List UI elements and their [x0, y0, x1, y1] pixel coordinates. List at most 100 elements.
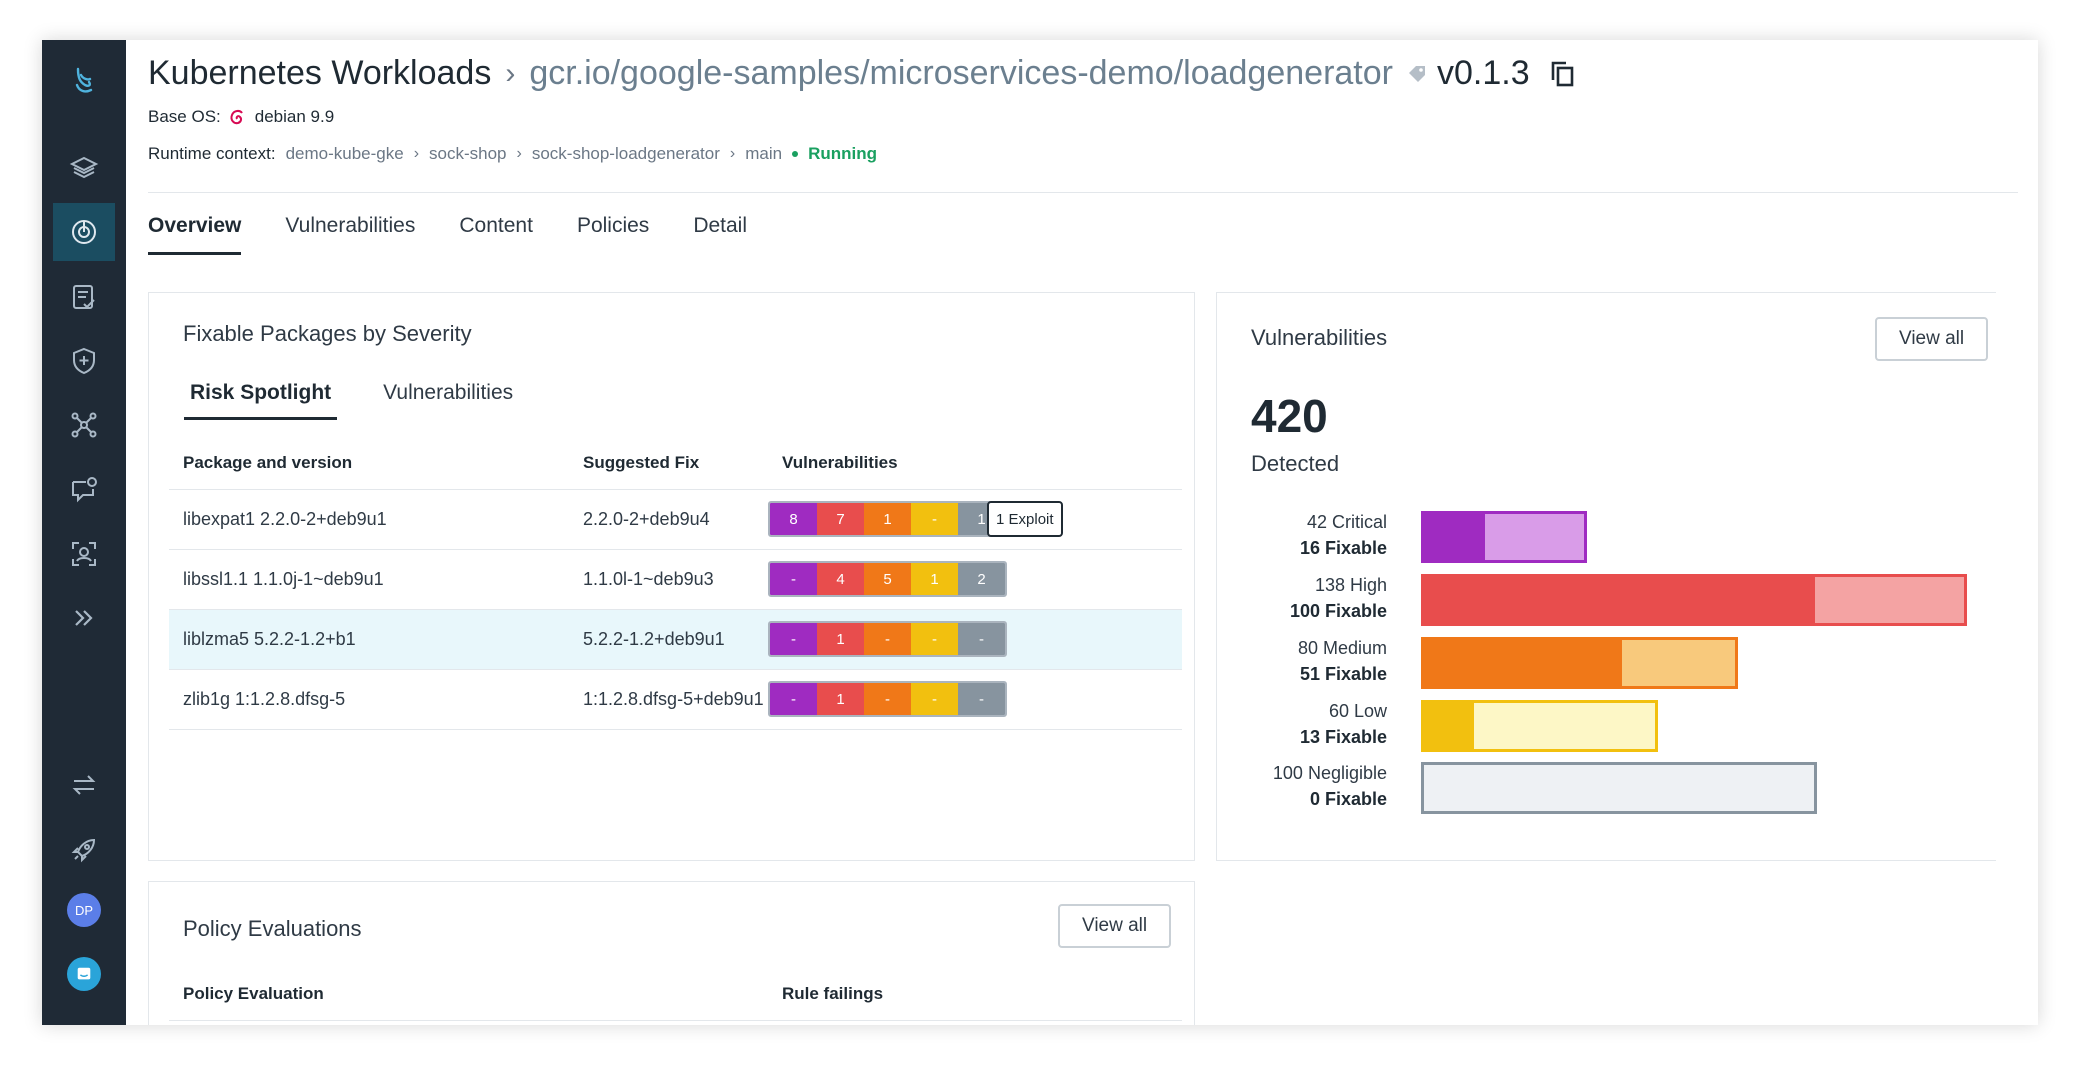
runtime-namespace[interactable]: sock-shop — [429, 144, 506, 164]
medium-count: 5 — [864, 563, 911, 595]
card-title: Fixable Packages by Severity — [183, 321, 472, 346]
fixable-fill — [1424, 703, 1475, 749]
table-bottom-divider — [169, 729, 1182, 730]
shield-icon[interactable] — [53, 332, 115, 390]
main-tabs: Overview Vulnerabilities Content Policie… — [148, 214, 747, 255]
status-dot-icon — [792, 151, 799, 157]
user-avatar[interactable]: DP — [67, 893, 101, 927]
severity-row-high[interactable]: 138 High 100 Fixable — [1217, 572, 1997, 626]
suggested-fix: 5.2.2-1.2+deb9u1 — [583, 629, 725, 649]
card-title: Policy Evaluations — [183, 916, 362, 941]
support-chat-icon[interactable] — [67, 957, 101, 991]
col-rule-failings[interactable]: Rule failings — [782, 984, 883, 1004]
tab-content[interactable]: Content — [459, 214, 533, 255]
exploit-badge[interactable]: 1 Exploit — [987, 501, 1063, 537]
capture-scan-icon[interactable] — [53, 525, 115, 583]
medium-count: - — [864, 683, 911, 715]
runtime-workload[interactable]: sock-shop-loadgenerator — [532, 144, 720, 164]
low-count: 1 — [911, 563, 958, 595]
critical-count: - — [770, 683, 817, 715]
high-count: 1 — [817, 683, 864, 715]
tab-vulnerabilities[interactable]: Vulnerabilities — [285, 214, 415, 255]
package-name: libssl1.1 1.1.0j-1~deb9u1 — [183, 569, 384, 589]
image-version: v0.1.3 — [1436, 54, 1530, 92]
table-row[interactable]: libexpat1 2.2.0-2+deb9u1 2.2.0-2+deb9u4 … — [169, 489, 1182, 549]
status-badge: Running — [808, 144, 877, 163]
rocket-icon[interactable] — [53, 821, 115, 879]
vulnerability-total: 420 — [1251, 390, 1328, 442]
suggested-fix: 1:1.2.8.dfsg-5+deb9u1 — [583, 689, 764, 709]
col-package[interactable]: Package and version — [183, 453, 352, 473]
severity-row-low[interactable]: 60 Low 13 Fixable — [1217, 698, 1997, 752]
base-os: Base OS: debian 9.9 — [148, 107, 334, 127]
network-nodes-icon[interactable] — [53, 396, 115, 454]
chevron-right-icon: › — [516, 145, 522, 162]
vulnerability-total-label: Detected — [1251, 451, 1340, 476]
suggested-fix: 2.2.0-2+deb9u4 — [583, 509, 710, 529]
image-path: gcr.io/google-samples/microservices-demo… — [529, 54, 1393, 92]
medium-count: - — [864, 623, 911, 655]
chat-alert-icon[interactable] — [53, 460, 115, 518]
severity-label: 138 High 100 Fixable — [1289, 575, 1387, 621]
severity-label: 60 Low 13 Fixable — [1299, 701, 1387, 747]
tag-icon — [1407, 64, 1427, 84]
col-policy-evaluation[interactable]: Policy Evaluation — [183, 984, 324, 1004]
severity-row-medium[interactable]: 80 Medium 51 Fixable — [1217, 635, 1997, 689]
app-logo-icon[interactable] — [53, 52, 115, 110]
severity-bar-low — [1421, 700, 1658, 752]
table-header-divider — [169, 1020, 1182, 1021]
severity-row-critical[interactable]: 42 Critical 16 Fixable — [1217, 509, 1997, 563]
radar-scan-icon[interactable] — [53, 203, 115, 261]
layers-icon[interactable] — [53, 139, 115, 197]
high-count: 7 — [817, 503, 864, 535]
severity-label: 80 Medium 51 Fixable — [1297, 638, 1387, 684]
tab-policies[interactable]: Policies — [577, 214, 649, 255]
suggested-fix: 1.1.0l-1~deb9u3 — [583, 569, 714, 589]
critical-count: - — [770, 623, 817, 655]
negligible-count: 2 — [958, 563, 1005, 595]
subtab-risk-spotlight[interactable]: Risk Spotlight — [184, 381, 338, 420]
high-count: 1 — [817, 623, 864, 655]
fixable-subtabs: Risk Spotlight Vulnerabilities — [184, 381, 519, 420]
table-row[interactable]: libssl1.1 1.1.0j-1~deb9u1 1.1.0l-1~deb9u… — [169, 549, 1182, 609]
table-row[interactable]: zlib1g 1:1.2.8.dfsg-5 1:1.2.8.dfsg-5+deb… — [169, 669, 1182, 729]
severity-bar-critical — [1421, 511, 1587, 563]
severity-bar-negligible — [1421, 762, 1817, 814]
app-window: DP Kubernetes Workloads › gcr.io/google-… — [42, 40, 2038, 1025]
card-title: Vulnerabilities — [1251, 325, 1388, 350]
severity-bar: 8 7 1 - 1 — [768, 501, 1007, 537]
negligible-count: - — [958, 683, 1005, 715]
header-divider — [148, 192, 2018, 193]
package-name: libexpat1 2.2.0-2+deb9u1 — [183, 509, 387, 529]
subtab-vulnerabilities[interactable]: Vulnerabilities — [377, 381, 519, 420]
breadcrumb-root[interactable]: Kubernetes Workloads — [148, 54, 491, 93]
sync-icon[interactable] — [53, 756, 115, 814]
fixable-fill — [1424, 514, 1485, 560]
vulnerabilities-card: Vulnerabilities View all 420 Detected 42… — [1216, 292, 1996, 861]
base-os-label: Base OS: — [148, 107, 221, 126]
col-suggested-fix[interactable]: Suggested Fix — [583, 453, 699, 473]
checklist-icon[interactable] — [53, 268, 115, 326]
runtime-cluster[interactable]: demo-kube-gke — [286, 144, 404, 164]
col-vulnerabilities[interactable]: Vulnerabilities — [782, 453, 898, 473]
package-name: zlib1g 1:1.2.8.dfsg-5 — [183, 689, 346, 709]
critical-count: 8 — [770, 503, 817, 535]
negligible-count: - — [958, 623, 1005, 655]
low-count: - — [911, 683, 958, 715]
expand-sidebar-icon[interactable] — [53, 589, 115, 647]
package-name: liblzma5 5.2.2-1.2+b1 — [183, 629, 356, 649]
fixable-fill — [1424, 577, 1816, 623]
chevron-right-icon: › — [729, 145, 736, 162]
view-all-policies-button[interactable]: View all — [1058, 904, 1172, 948]
severity-bar: - 1 - - - — [768, 621, 1007, 657]
tab-detail[interactable]: Detail — [693, 214, 747, 255]
view-all-vulnerabilities-button[interactable]: View all — [1875, 317, 1989, 361]
table-row[interactable]: liblzma5 5.2.2-1.2+b1 5.2.2-1.2+deb9u1 -… — [169, 609, 1182, 669]
severity-row-negligible[interactable]: 100 Negligible 0 Fixable — [1217, 760, 1997, 814]
tab-overview[interactable]: Overview — [148, 214, 242, 255]
high-count: 4 — [817, 563, 864, 595]
page-title: Kubernetes Workloads › gcr.io/google-sam… — [148, 54, 1576, 93]
severity-bar: - 4 5 1 2 — [768, 561, 1007, 597]
copy-icon[interactable] — [1550, 60, 1576, 88]
runtime-container[interactable]: main — [745, 144, 782, 164]
